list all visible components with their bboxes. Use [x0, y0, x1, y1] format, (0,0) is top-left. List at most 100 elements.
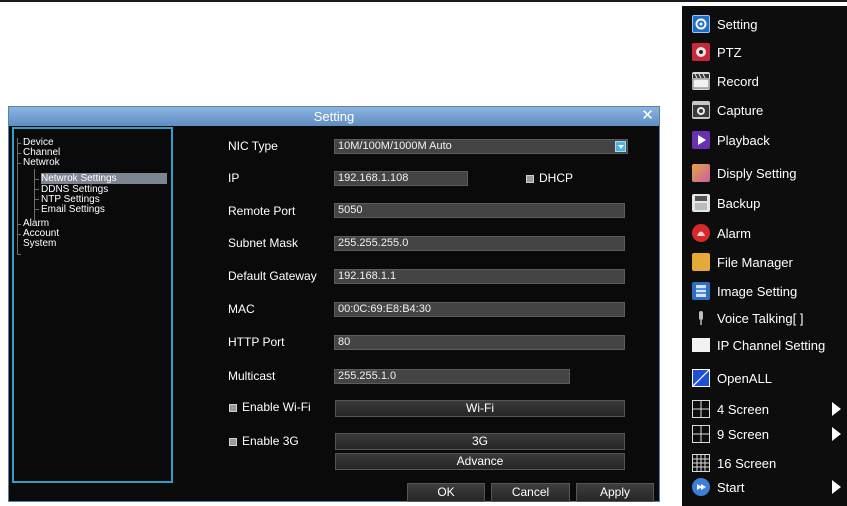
menu-item-9-screen[interactable]: 9 Screen	[682, 422, 847, 446]
menu-item-setting[interactable]: Setting	[682, 12, 847, 36]
menu-item-label: Playback	[717, 132, 770, 148]
setting-dialog: Setting ✕ Device Channel Netwrok Netwrok…	[8, 106, 660, 502]
ip-label: IP	[228, 171, 240, 185]
tree-branch	[34, 199, 39, 200]
menu-item-label: File Manager	[717, 254, 793, 270]
open-all-icon	[692, 369, 710, 387]
enable-wifi-checkbox[interactable]	[229, 404, 237, 412]
submenu-arrow-icon	[832, 480, 841, 494]
settings-tree: Device Channel Netwrok Netwrok Settings …	[12, 127, 173, 483]
menu-item-voice-talking[interactable]: Voice Talking[ ]	[682, 306, 847, 330]
submenu-arrow-icon	[832, 402, 841, 416]
tree-branch	[17, 224, 21, 225]
remote-port-label: Remote Port	[228, 204, 296, 218]
nic-type-select[interactable]: 10M/100M/1000M Auto	[334, 139, 628, 154]
menu-item-image-setting[interactable]: Image Setting	[682, 279, 847, 303]
ptz-icon	[692, 43, 710, 61]
multicast-field[interactable]: 255.255.1.0	[334, 369, 570, 384]
menu-item-label: 16 Screen	[717, 455, 777, 471]
menu-item-label: Disply Setting	[717, 165, 797, 181]
ip-channel-icon	[692, 338, 710, 352]
tree-item-system[interactable]: System	[23, 238, 56, 249]
menu-item-open-all[interactable]: OpenALL	[682, 366, 847, 390]
play-icon	[692, 131, 710, 149]
wifi-button[interactable]: Wi-Fi	[335, 400, 625, 417]
menu-item-label: Record	[717, 73, 759, 89]
menu-item-label: Backup	[717, 195, 761, 211]
submenu-arrow-icon	[832, 427, 841, 441]
menu-item-label: OpenALL	[717, 370, 772, 386]
menu-item-alarm[interactable]: Alarm	[682, 221, 847, 245]
sixteen-screen-icon	[692, 454, 710, 472]
subnet-mask-field[interactable]: 255.255.255.0	[334, 236, 625, 251]
tree-branch	[17, 143, 21, 144]
menu-item-label: 4 Screen	[717, 401, 770, 417]
folder-icon	[692, 253, 710, 271]
menu-item-label: Image Setting	[717, 283, 798, 299]
multicast-label: Multicast	[228, 369, 276, 383]
menu-item-backup[interactable]: Backup	[682, 191, 847, 215]
nic-type-label: NIC Type	[228, 139, 278, 153]
menu-item-ptz[interactable]: PTZ	[682, 40, 847, 64]
menu-item-start[interactable]: Start	[682, 475, 847, 499]
dialog-title: Setting	[313, 109, 355, 124]
menu-item-16-screen[interactable]: 16 Screen	[682, 451, 847, 475]
remote-port-field[interactable]: 5050	[334, 203, 625, 218]
menu-item-display-setting[interactable]: Disply Setting	[682, 161, 847, 185]
tree-branch	[34, 179, 39, 180]
http-port-label: HTTP Port	[228, 335, 285, 349]
http-port-field[interactable]: 80	[334, 335, 625, 350]
tree-guide-line	[17, 138, 18, 254]
menu-item-label: Setting	[717, 16, 758, 32]
apply-button[interactable]: Apply	[576, 483, 654, 502]
nine-screen-icon	[692, 425, 710, 443]
tree-branch	[17, 153, 21, 154]
menu-item-label: Start	[717, 479, 745, 495]
enable-wifi-label: Enable Wi-Fi	[242, 400, 311, 414]
menu-item-playback[interactable]: Playback	[682, 128, 847, 152]
four-screen-icon	[692, 400, 710, 418]
menu-item-label: Alarm	[717, 225, 751, 241]
menu-item-label: 9 Screen	[717, 426, 770, 442]
ip-field[interactable]: 192.168.1.108	[334, 171, 468, 186]
setting-icon	[692, 15, 710, 33]
camera-icon	[692, 101, 710, 119]
menu-item-4-screen[interactable]: 4 Screen	[682, 397, 847, 421]
default-gateway-label: Default Gateway	[228, 269, 317, 283]
menu-item-file-manager[interactable]: File Manager	[682, 250, 847, 274]
enable-3g-checkbox[interactable]	[229, 438, 237, 446]
backup-icon	[692, 194, 710, 212]
tree-item-email-settings[interactable]: Email Settings	[41, 204, 105, 215]
tree-item-netwrok[interactable]: Netwrok	[23, 157, 60, 168]
subnet-mask-label: Subnet Mask	[228, 236, 299, 250]
menu-item-label: Voice Talking[ ]	[717, 310, 804, 326]
chevron-down-icon[interactable]	[615, 141, 626, 152]
record-clapper-icon	[692, 72, 710, 90]
menu-item-label: Capture	[717, 102, 764, 118]
advance-button[interactable]: Advance	[335, 453, 625, 470]
microphone-icon	[692, 309, 710, 327]
close-icon[interactable]: ✕	[639, 108, 656, 124]
tree-guide-line	[34, 169, 35, 220]
default-gateway-field[interactable]: 192.168.1.1	[334, 269, 625, 284]
dhcp-checkbox[interactable]	[526, 175, 534, 183]
tree-item-netwrok-settings[interactable]: Netwrok Settings	[41, 173, 167, 184]
menu-item-ip-channel-setting[interactable]: IP Channel Setting	[682, 333, 847, 357]
menu-item-capture[interactable]: Capture	[682, 98, 847, 122]
tree-branch	[34, 189, 39, 190]
display-icon	[692, 164, 710, 182]
mac-label: MAC	[228, 302, 255, 316]
alarm-icon	[692, 224, 710, 242]
tree-branch	[34, 209, 39, 210]
dialog-titlebar[interactable]: Setting ✕	[9, 107, 659, 126]
tree-branch	[17, 234, 21, 235]
mac-field: 00:0C:69:E8:B4:30	[334, 302, 625, 317]
menu-item-record[interactable]: Record	[682, 69, 847, 93]
tree-branch	[17, 163, 21, 164]
enable-3g-label: Enable 3G	[242, 434, 299, 448]
menu-item-label: PTZ	[717, 44, 742, 60]
image-setting-icon	[692, 282, 710, 300]
ok-button[interactable]: OK	[407, 483, 485, 502]
threeg-button[interactable]: 3G	[335, 433, 625, 450]
cancel-button[interactable]: Cancel	[491, 483, 570, 502]
